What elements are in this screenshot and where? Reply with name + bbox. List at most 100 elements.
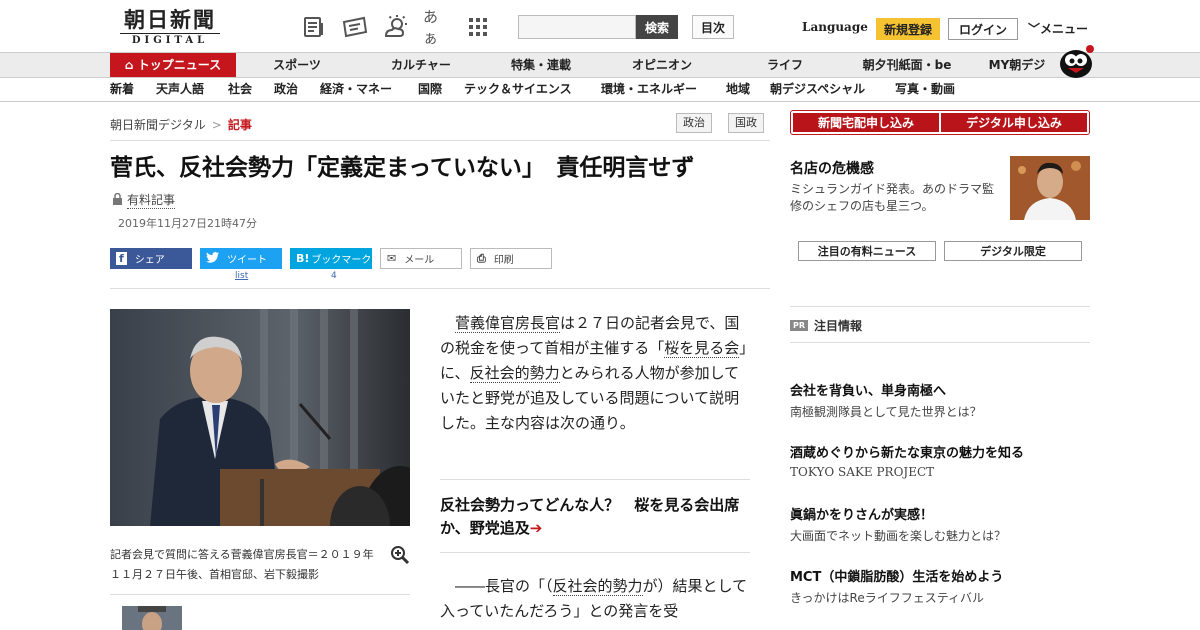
twitter-bird-icon <box>206 251 219 266</box>
related-thumbnail[interactable] <box>122 606 182 630</box>
font-size-icon[interactable]: あぁ <box>423 8 451 47</box>
divider <box>790 342 1090 343</box>
nav2-tensei[interactable]: 天声人語 <box>156 78 204 101</box>
feature-title[interactable]: 名店の危機感 <box>790 158 874 178</box>
digital-only-button[interactable]: デジタル限定 <box>944 241 1082 261</box>
article-photo[interactable] <box>110 309 410 526</box>
register-button[interactable]: 新規登録 <box>876 18 940 40</box>
nav-top-news-label: トップニュース <box>137 58 222 72</box>
nav2-new[interactable]: 新着 <box>110 78 134 101</box>
twitter-share-button[interactable]: ツイート <box>200 248 282 269</box>
hatena-bookmark-button[interactable]: B! ブックマーク <box>290 248 372 269</box>
subscribe-paper-button[interactable]: 新聞宅配申し込み <box>793 113 939 132</box>
nav-print-edition[interactable]: 朝夕刊紙面・be <box>856 53 958 77</box>
link-antisocial-forces[interactable]: 反社会的勢力 <box>469 364 560 383</box>
article-paragraph-2: ――長官の「（反社会的勢力が）結果として入っていたんだろう」との発言を受 <box>440 574 752 624</box>
nav2-international[interactable]: 国際 <box>418 78 442 101</box>
nav2-special[interactable]: 朝デジスペシャル <box>770 78 865 101</box>
divider <box>110 140 770 141</box>
logo-main-text: 朝日新聞 <box>124 7 216 32</box>
twitter-count[interactable]: list <box>235 271 248 281</box>
mail-share-label: メール <box>404 255 435 266</box>
nav2-economy[interactable]: 経済・マネー <box>320 78 392 101</box>
nav-culture[interactable]: カルチャー <box>376 53 466 77</box>
mail-icon: ✉ <box>387 252 397 265</box>
nav-features[interactable]: 特集・連載 <box>500 53 582 77</box>
zoom-icon[interactable] <box>390 545 410 565</box>
pr-item-title[interactable]: 酒蔵めぐりから新たな東京の魅力を知る <box>790 442 1024 461</box>
tag-politics[interactable]: 政治 <box>676 113 712 133</box>
article-title: 菅氏、反社会勢力「定義定まっていない」 責任明言せず <box>110 155 695 181</box>
link-sakura-party[interactable]: 桜を見る会 <box>664 339 740 358</box>
related-article-link[interactable]: 反社会勢力ってどんな人？ 桜を見る会出席か、野党追及➔ <box>440 494 752 540</box>
pr-item-title[interactable]: MCT（中鎖脂肪酸）生活を始めよう <box>790 566 1003 585</box>
article-date: 2019年11月27日21時47分 <box>118 217 257 230</box>
primary-nav: ⌂ トップニュース スポーツ カルチャー 特集・連載 オピニオン ライフ 朝夕刊… <box>0 52 1200 78</box>
nav2-politics[interactable]: 政治 <box>274 78 298 101</box>
pr-heading: PR 注目情報 <box>790 317 862 334</box>
subscribe-digital-button[interactable]: デジタル申し込み <box>941 113 1087 132</box>
search-button[interactable]: 検索 <box>636 15 678 39</box>
paid-label-text[interactable]: 有料記事 <box>127 191 176 209</box>
pr-badge: PR <box>790 320 809 331</box>
tool-icons: あぁ <box>300 8 492 47</box>
divider <box>110 288 770 289</box>
language-link[interactable]: Language <box>802 20 868 34</box>
tag-national-politics[interactable]: 国政 <box>728 113 764 133</box>
divider <box>790 306 1090 307</box>
link-antisocial-forces-2[interactable]: 反社会的勢力 <box>552 577 643 596</box>
link-suga[interactable]: 菅義偉官房長官 <box>455 314 561 333</box>
login-button[interactable]: ログイン <box>948 18 1018 40</box>
article-paragraph-1: 菅義偉官房長官は２７日の記者会見で、国の税金を使って首相が主催する「桜を見る会」… <box>440 311 752 436</box>
nav-life[interactable]: ライフ <box>756 53 814 77</box>
print-label: 印刷 <box>493 255 514 266</box>
hatena-count: 4 <box>331 271 337 281</box>
pr-item-title[interactable]: 眞鍋かをりさんが実感！ <box>790 504 933 523</box>
toc-button[interactable]: 目次 <box>692 15 734 39</box>
mascot-bird-icon[interactable] <box>1054 42 1094 78</box>
hatena-bookmark-label: ブックマーク <box>311 255 372 266</box>
pr-item-sub: TOKYO SAKE PROJECT <box>790 465 935 479</box>
feature-image[interactable] <box>1010 156 1090 220</box>
nav2-environment[interactable]: 環境・エネルギー <box>601 78 697 101</box>
facebook-share-button[interactable]: f シェア <box>110 248 192 269</box>
facebook-share-label: シェア <box>134 255 165 266</box>
ticket-icon[interactable] <box>341 13 369 41</box>
feature-description: ミシュランガイド発表。あのドラマ監修のシェフの店も星三つ。 <box>790 182 995 213</box>
p2-text-a: ――長官の「（ <box>455 577 553 595</box>
divider <box>440 552 750 553</box>
printer-icon: ⎙ <box>477 251 486 265</box>
pr-item-sub: きっかけはReライフフェスティバル <box>790 591 984 605</box>
nav-sports[interactable]: スポーツ <box>258 53 336 77</box>
paid-news-button[interactable]: 注目の有料ニュース <box>798 241 936 261</box>
breadcrumb: 朝日新聞デジタル > 記事 <box>110 116 252 133</box>
grid-menu-icon[interactable] <box>464 13 492 41</box>
nav2-photo-video[interactable]: 写真・動画 <box>895 78 955 101</box>
weather-icon[interactable] <box>382 13 410 41</box>
site-logo[interactable]: 朝日新聞 DIGITAL <box>112 8 228 46</box>
chevron-down-icon: ﹀ <box>1028 22 1041 36</box>
pr-heading-text: 注目情報 <box>814 319 863 333</box>
breadcrumb-home[interactable]: 朝日新聞デジタル <box>110 118 206 132</box>
facebook-icon: f <box>116 252 127 265</box>
search-input[interactable] <box>518 15 636 39</box>
newspaper-icon[interactable] <box>300 13 328 41</box>
hatena-icon: B! <box>296 252 310 265</box>
nav2-society[interactable]: 社会 <box>228 78 252 101</box>
nav-top-news[interactable]: ⌂ トップニュース <box>110 53 236 77</box>
photo-caption: 記者会見で質問に答える菅義偉官房長官＝２０１９年１１月２７日午後、首相官邸、岩下… <box>110 548 374 581</box>
nav2-tech[interactable]: テック＆サイエンス <box>464 78 572 101</box>
menu-button[interactable]: ﹀メニュー <box>1028 20 1088 37</box>
divider <box>110 594 410 595</box>
pr-item-title[interactable]: 会社を背負い、単身南極へ <box>790 380 946 399</box>
logo-sub-text: DIGITAL <box>120 33 220 47</box>
twitter-share-label: ツイート <box>227 255 267 266</box>
font-size-icon-label: あぁ <box>423 8 439 47</box>
nav2-region[interactable]: 地域 <box>726 78 750 101</box>
nav-opinion[interactable]: オピニオン <box>620 53 704 77</box>
print-button[interactable]: ⎙ 印刷 <box>470 248 552 269</box>
lock-icon <box>112 192 123 208</box>
nav-my-asadigi[interactable]: MY朝デジ <box>982 53 1052 77</box>
mail-share-button[interactable]: ✉ メール <box>380 248 462 269</box>
subscribe-box: 新聞宅配申し込み デジタル申し込み <box>790 110 1090 135</box>
